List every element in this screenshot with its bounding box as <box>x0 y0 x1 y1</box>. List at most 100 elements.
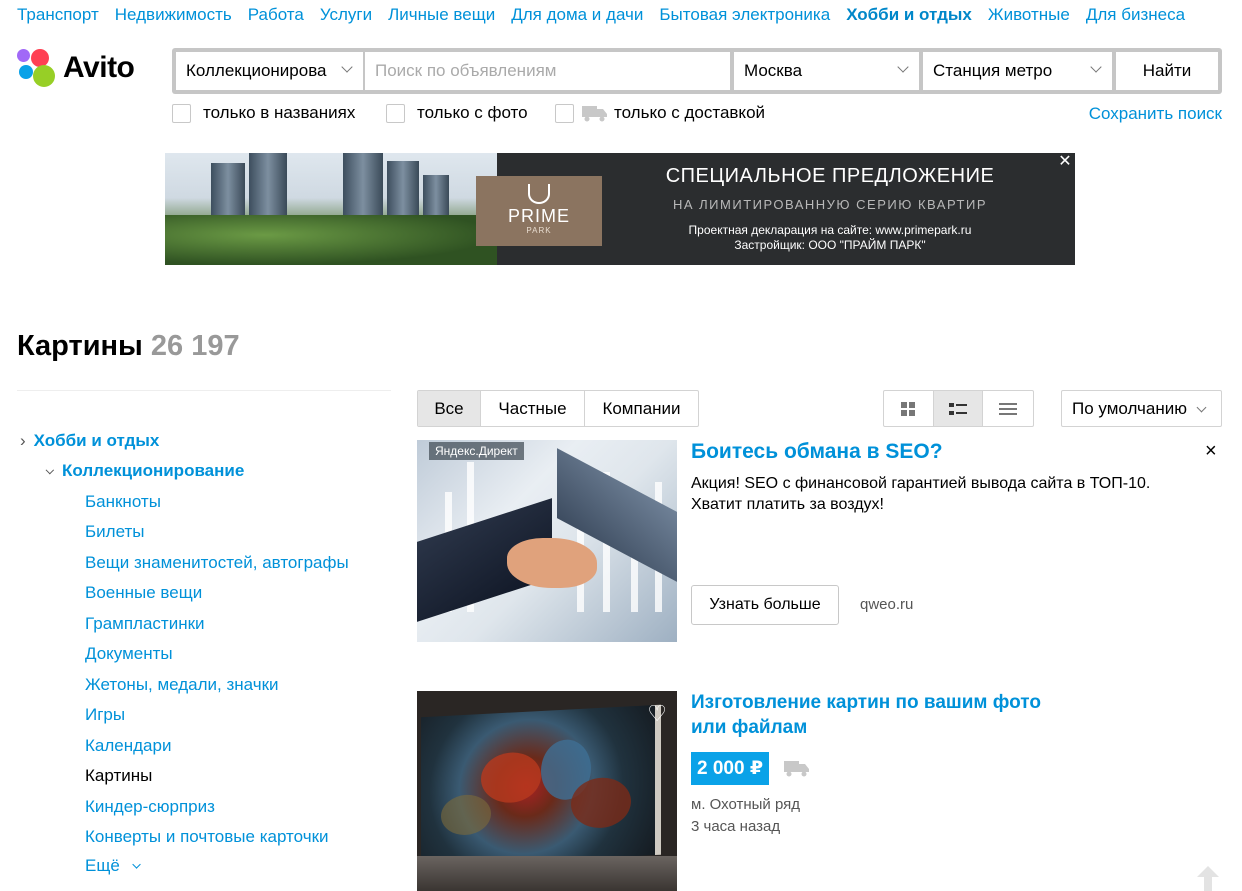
listing-metro: м. Охотный ряд <box>691 796 801 813</box>
banner-title: СПЕЦИАЛЬНОЕ ПРЕДЛОЖЕНИЕ <box>665 165 995 187</box>
compact-view-button[interactable] <box>983 391 1033 426</box>
sidebar-parent-label: Коллекционирование <box>62 461 245 480</box>
sidebar-item[interactable]: Жетоны, медали, значки <box>85 675 279 695</box>
find-button-label: Найти <box>1142 61 1192 80</box>
category-select[interactable]: Коллекционирова <box>176 52 363 90</box>
city-select[interactable]: Москва <box>734 52 919 90</box>
logo-dot-red-icon <box>17 49 30 62</box>
listing-title-line: Изготовление картин по вашим фото <box>691 692 1041 713</box>
metro-select[interactable]: Станция метро <box>923 52 1112 90</box>
listing-price: 2 000 ₽ <box>691 752 770 785</box>
banner-photo <box>165 153 497 265</box>
listing-title-line: или файлам <box>691 717 808 738</box>
leaf-icon <box>528 184 550 204</box>
search-input-placeholder: Поиск по объявлениям <box>375 61 557 80</box>
tab-seller-type[interactable]: Частные <box>481 391 585 426</box>
listing-image[interactable]: ♡ <box>417 691 677 891</box>
checkbox[interactable] <box>386 103 405 123</box>
logo-dot-green-icon <box>33 65 55 87</box>
city-select-value: Москва <box>744 61 803 80</box>
category-select-value: Коллекционирова <box>186 61 327 80</box>
sidebar-item[interactable]: Календари <box>85 736 171 756</box>
chevron-down-icon <box>1090 61 1102 73</box>
promo-banner[interactable]: PRIME PARK СПЕЦИАЛЬНОЕ ПРЕДЛОЖЕНИЕ НА ЛИ… <box>165 153 1075 265</box>
sort-select-value: По умолчанию <box>1072 398 1187 418</box>
ad-text: Акция! SEO с финансовой гарантией вывода… <box>691 473 1191 515</box>
close-icon[interactable]: ✕ <box>1055 153 1075 173</box>
chevron-down-icon <box>897 61 909 73</box>
find-button[interactable]: Найти <box>1116 52 1218 90</box>
sidebar-item[interactable]: Военные вещи <box>85 583 202 603</box>
ad-image[interactable]: Яндекс.Директ <box>417 440 677 642</box>
filter-photo-only-label: только с фото <box>417 103 528 122</box>
banner-declaration-line: Проектная декларация на сайте: www.prime… <box>688 223 972 237</box>
ad-source-label: Яндекс.Директ <box>429 442 524 460</box>
chevron-down-icon <box>131 860 141 869</box>
topnav-item[interactable]: Для дома и дачи <box>511 5 643 27</box>
sidebar-item[interactable]: Документы <box>85 644 173 664</box>
sidebar-item[interactable]: Киндер-сюрприз <box>85 797 215 817</box>
close-icon[interactable]: × <box>1205 440 1217 463</box>
topnav-item[interactable]: Недвижимость <box>115 5 232 27</box>
logo-dot-purple-icon <box>19 65 33 79</box>
topnav-item[interactable]: Личные вещи <box>388 5 495 27</box>
filter-titles-only[interactable]: только в названиях <box>172 103 355 123</box>
banner-brand-sub: PARK <box>526 226 552 235</box>
sidebar-more-link[interactable]: Ещё <box>85 856 146 876</box>
favorite-heart-icon[interactable]: ♡ <box>647 701 667 727</box>
tab-seller-type[interactable]: Все <box>418 391 481 426</box>
banner-brand: PRIME <box>507 206 570 226</box>
sidebar-root-category[interactable]: › Хобби и отдых <box>20 431 159 451</box>
banner-subtitle: НА ЛИМИТИРОВАННУЮ СЕРИЮ КВАРТИР <box>672 197 988 212</box>
list-view-button[interactable] <box>933 391 984 426</box>
sidebar-item[interactable]: Билеты <box>85 522 144 542</box>
topnav-item[interactable]: Работа <box>248 5 304 27</box>
listing-title[interactable]: Изготовление картин по вашим фото или фа… <box>691 690 1091 740</box>
chevron-right-icon: › <box>20 431 26 450</box>
sidebar-item[interactable]: Игры <box>85 705 125 725</box>
ad-domain[interactable]: qweo.ru <box>860 596 913 613</box>
topnav-item[interactable]: Для бизнеса <box>1086 5 1185 27</box>
lines-icon <box>999 402 1018 415</box>
chevron-down-icon <box>45 465 55 475</box>
banner-declaration: Проектная декларация на сайте: www.prime… <box>625 223 1035 253</box>
sidebar-item[interactable]: Конверты и почтовые карточки <box>85 827 329 847</box>
save-search-link[interactable]: Сохранить поиск <box>1089 104 1222 124</box>
avito-logo[interactable]: Avito <box>17 49 152 87</box>
sidebar-item[interactable]: Вещи знаменитостей, автографы <box>85 553 349 573</box>
checkbox[interactable] <box>555 103 574 123</box>
ad-title[interactable]: Боитесь обмана в SEO? <box>691 440 943 464</box>
filter-delivery-only-label: только с доставкой <box>614 103 766 122</box>
scroll-up-icon[interactable] <box>1197 866 1219 891</box>
logo-text: Avito <box>63 51 135 84</box>
truck-icon <box>582 106 607 122</box>
topnav-item[interactable]: Хобби и отдых <box>846 5 972 27</box>
topnav-item[interactable]: Услуги <box>320 5 372 27</box>
search-input[interactable]: Поиск по объявлениям <box>365 52 730 90</box>
ad-text-line: Акция! SEO с финансовой гарантией вывода… <box>691 475 1151 492</box>
sidebar-more-label: Ещё <box>85 856 120 875</box>
tab-seller-type[interactable]: Компании <box>585 391 698 426</box>
listing-time: 3 часа назад <box>691 818 781 835</box>
banner-developer-line: Застройщик: ООО "ПРАЙМ ПАРК" <box>734 238 926 252</box>
sidebar-item[interactable]: Банкноты <box>85 492 161 512</box>
topnav-item[interactable]: Транспорт <box>17 5 99 27</box>
view-mode-toggle <box>883 390 1034 427</box>
topnav-item[interactable]: Животные <box>988 5 1070 27</box>
filter-titles-only-label: только в названиях <box>203 103 356 122</box>
learn-more-button[interactable]: Узнать больше <box>691 585 839 625</box>
filter-photo-only[interactable]: только с фото <box>386 103 528 123</box>
sidebar-item[interactable]: Грампластинки <box>85 614 205 634</box>
sort-select[interactable]: По умолчанию <box>1061 390 1222 427</box>
sidebar-parent-category[interactable]: Коллекционирование <box>44 461 244 481</box>
checkbox[interactable] <box>172 103 191 123</box>
search-bar: Коллекционирова Поиск по объявлениям Мос… <box>172 48 1222 94</box>
topnav-item[interactable]: Бытовая электроника <box>659 5 830 27</box>
filter-delivery-only[interactable]: только с доставкой <box>555 103 765 123</box>
grid-icon <box>901 401 916 416</box>
page-title: Картины 26 197 <box>17 330 240 363</box>
chevron-down-icon <box>341 61 353 73</box>
ad-text-line: Хватит платить за воздух! <box>691 496 884 513</box>
sidebar-item: Картины <box>85 766 153 785</box>
grid-view-button[interactable] <box>884 391 934 426</box>
